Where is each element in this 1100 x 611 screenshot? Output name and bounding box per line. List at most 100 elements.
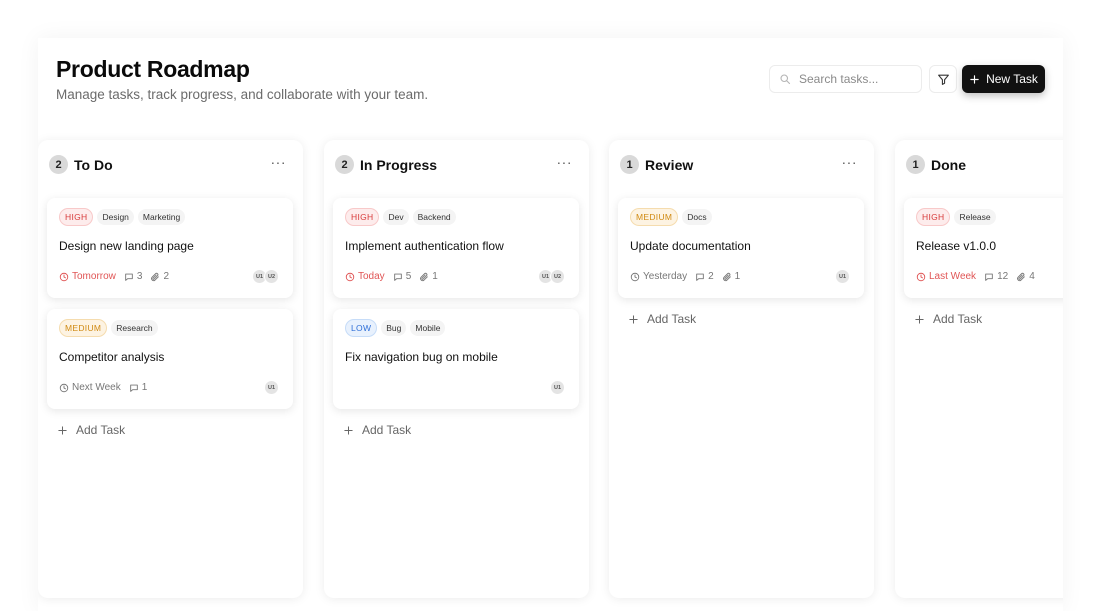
clock-icon xyxy=(59,383,69,393)
task-card[interactable]: LOW Bug Mobile Fix navigation bug on mobile… xyxy=(333,309,579,409)
task-card[interactable]: HIGH Dev Backend Implement authentication f… xyxy=(333,198,579,298)
comment-count: 5 xyxy=(393,271,411,282)
clock-icon xyxy=(916,272,926,282)
due-date-label: Tomorrow xyxy=(72,271,116,282)
card-tags: MEDIUM Research xyxy=(59,319,158,337)
card-meta: Last Week 12 4 xyxy=(916,271,1035,282)
column-menu-button[interactable]: ··· xyxy=(557,155,573,169)
due-date: Tomorrow xyxy=(59,271,116,282)
column-count-badge: 1 xyxy=(906,155,925,174)
card-title: Update documentation xyxy=(630,239,751,253)
column-count-badge: 2 xyxy=(49,155,68,174)
avatar[interactable]: U2 xyxy=(264,269,279,284)
card-tags: LOW Bug Mobile xyxy=(345,319,446,337)
comment-icon xyxy=(124,272,134,282)
avatar[interactable]: U1 xyxy=(835,269,850,284)
card-meta: Next Week 1 xyxy=(59,382,147,393)
comment-icon xyxy=(695,272,705,282)
comment-count-label: 1 xyxy=(141,382,148,393)
add-task-label: Add Task xyxy=(933,312,983,326)
paperclip-icon xyxy=(419,272,429,282)
avatar[interactable]: U2 xyxy=(550,269,565,284)
column-menu-button[interactable]: ··· xyxy=(842,155,858,169)
due-date-label: Next Week xyxy=(72,382,121,393)
priority-badge: HIGH xyxy=(59,208,94,226)
add-task-label: Add Task xyxy=(362,423,412,437)
new-task-button[interactable]: New Task xyxy=(962,65,1045,93)
column-title: To Do xyxy=(74,156,113,173)
priority-badge: HIGH xyxy=(916,208,951,226)
page-header: Product Roadmap Manage tasks, track prog… xyxy=(56,56,428,102)
column-header: 1 Done xyxy=(906,155,966,174)
card-meta: Tomorrow 3 2 xyxy=(59,271,169,282)
search-box[interactable] xyxy=(769,65,922,93)
card-title: Release v1.0.0 xyxy=(916,239,997,253)
tag-label: Mobile xyxy=(410,320,446,336)
column-count-badge: 1 xyxy=(620,155,639,174)
paperclip-icon xyxy=(722,272,732,282)
comment-icon xyxy=(129,383,139,393)
plus-icon xyxy=(343,425,354,436)
plus-icon xyxy=(970,74,979,84)
due-date-label: Yesterday xyxy=(643,271,688,282)
task-card[interactable]: HIGH Design Marketing Design new landing pa… xyxy=(47,198,293,298)
attachment-count: 2 xyxy=(150,271,169,282)
add-task-label: Add Task xyxy=(76,423,126,437)
attachment-count-label: 2 xyxy=(163,271,170,282)
tag-label: Research xyxy=(111,320,158,336)
add-task-button[interactable]: Add Task xyxy=(914,312,982,326)
comment-icon xyxy=(393,272,403,282)
add-task-button[interactable]: Add Task xyxy=(57,423,125,437)
paperclip-icon xyxy=(150,272,160,282)
card-title: Design new landing page xyxy=(59,239,194,253)
tag-label: Release xyxy=(954,209,996,225)
clock-icon xyxy=(345,272,355,282)
avatar[interactable]: U1 xyxy=(550,380,565,395)
card-title: Implement authentication flow xyxy=(345,239,504,253)
assignee-avatars: U1 U2 xyxy=(252,269,279,284)
add-task-button[interactable]: Add Task xyxy=(343,423,411,437)
task-card[interactable]: MEDIUM Docs Update documentation Yesterday 2… xyxy=(618,198,864,298)
column-review: 1 Review ··· MEDIUM Docs Update documentation… xyxy=(609,140,874,598)
add-task-label: Add Task xyxy=(647,312,697,326)
column-menu-button[interactable]: ··· xyxy=(271,155,287,169)
column-header: 2 In Progress xyxy=(335,155,437,174)
attachment-count: 4 xyxy=(1016,271,1035,282)
tag-label: Marketing xyxy=(137,209,186,225)
column-title: Review xyxy=(645,156,694,173)
assignee-avatars: U1 xyxy=(264,380,279,395)
column-in-progress: 2 In Progress ··· HIGH Dev Backend Implement a… xyxy=(324,140,589,598)
card-meta: Today 5 1 xyxy=(345,271,438,282)
card-meta: Yesterday 2 1 xyxy=(630,271,740,282)
comment-count-label: 2 xyxy=(708,271,714,282)
search-icon xyxy=(780,74,791,85)
tag-label: Docs xyxy=(682,209,712,225)
paperclip-icon xyxy=(1016,272,1026,282)
assignee-avatars: U1 U2 xyxy=(538,269,565,284)
plus-icon xyxy=(914,314,925,325)
add-task-button[interactable]: Add Task xyxy=(628,312,696,326)
avatar[interactable]: U1 xyxy=(264,380,279,395)
column-count-badge: 2 xyxy=(335,155,354,174)
column-to-do: 2 To Do ··· HIGH Design Marketing Design new l… xyxy=(38,140,303,598)
tag-label: Bug xyxy=(381,320,407,336)
assignee-avatars: U1 xyxy=(550,380,565,395)
card-title: Fix navigation bug on mobile xyxy=(345,350,498,364)
priority-badge: HIGH xyxy=(345,208,380,226)
attachment-count-label: 1 xyxy=(432,271,438,282)
new-task-label: New Task xyxy=(986,72,1038,86)
filter-button[interactable] xyxy=(929,65,957,93)
clock-icon xyxy=(59,272,69,282)
due-date: Today xyxy=(345,271,385,282)
column-title: In Progress xyxy=(360,156,438,173)
task-card[interactable]: HIGH Release Release v1.0.0 Last Week 12 4 xyxy=(904,198,1063,298)
plus-icon xyxy=(57,425,68,436)
attachment-count: 1 xyxy=(419,271,438,282)
priority-badge: LOW xyxy=(345,319,378,337)
search-input[interactable] xyxy=(799,72,919,86)
comment-count: 12 xyxy=(984,271,1008,282)
page-title: Product Roadmap xyxy=(56,56,250,82)
task-card[interactable]: MEDIUM Research Competitor analysis Next We… xyxy=(47,309,293,409)
assignee-avatars: U1 xyxy=(835,269,850,284)
column-done: 1Done···HIGHReleaseRelease v1.0.0Last We… xyxy=(895,140,1063,598)
